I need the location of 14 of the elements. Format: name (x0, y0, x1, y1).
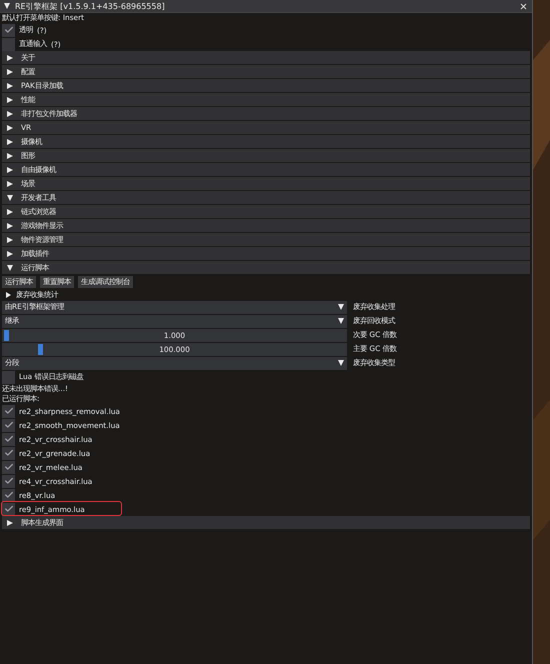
checkbox[interactable] (2, 446, 15, 460)
window-title: RE引擎框架 [v1.5.9.1+435-68965558] (15, 0, 166, 12)
close-icon[interactable] (519, 2, 528, 10)
checkbox[interactable] (2, 474, 15, 488)
checkbox[interactable] (2, 502, 15, 516)
checkbox[interactable] (2, 370, 15, 384)
checkbox[interactable] (2, 460, 15, 474)
checkbox[interactable] (2, 488, 15, 502)
checkbox[interactable] (2, 432, 15, 446)
checkbox[interactable] (2, 418, 15, 432)
checkbox[interactable] (2, 38, 15, 50)
checkbox[interactable] (2, 404, 15, 418)
caret-icon[interactable] (4, 3, 10, 9)
checkbox[interactable] (2, 24, 15, 36)
